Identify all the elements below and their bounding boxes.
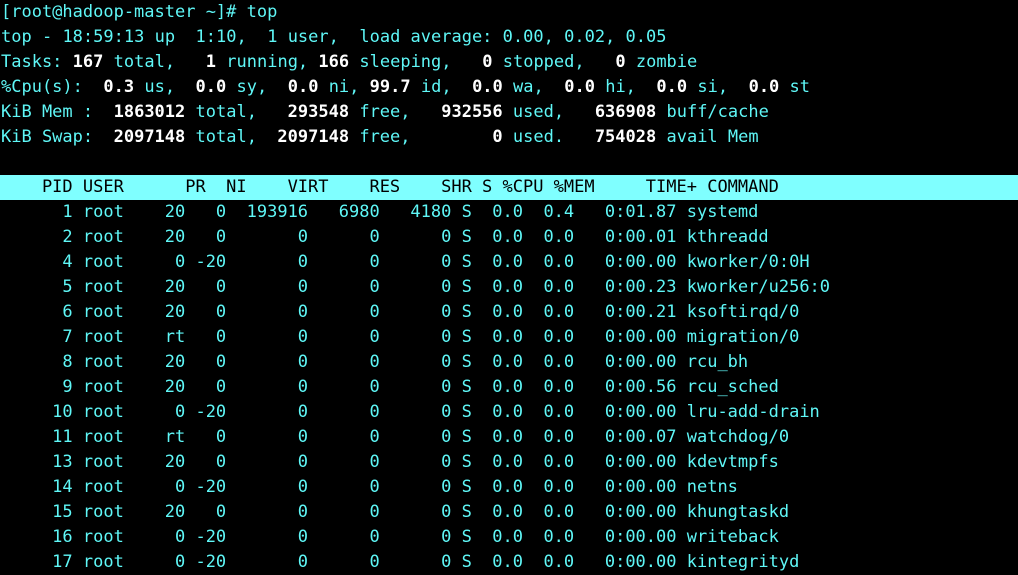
- cpu-ni-value: 0.0: [287, 77, 319, 97]
- cpu-st-label: st: [789, 77, 811, 97]
- mem-used-value: 932556: [441, 102, 503, 122]
- cpu-wa-label: wa,: [513, 77, 544, 97]
- process-table-body: 1 root 20 0 193916 6980 4180 S 0.0 0.4 0…: [0, 200, 1018, 575]
- uptime-value: 1:10,: [195, 27, 247, 47]
- mem-free-label: free,: [359, 102, 411, 122]
- mem-total-label: total,: [195, 102, 257, 122]
- tasks-zombie-value: 0: [615, 52, 626, 72]
- top-uptime-line: top - 18:59:13 up 1:10, 1 user, load ave…: [1, 27, 667, 47]
- tasks-line: Tasks: 167 total, 1 running, 166 sleepin…: [0, 50, 1018, 75]
- cpu-sy-label: sy,: [236, 77, 268, 97]
- tasks-total-value: 167: [72, 52, 104, 72]
- shell-prompt: [root@hadoop-master ~]#: [1, 2, 247, 22]
- table-row[interactable]: 9 root 20 0 0 0 0 S 0.0 0.0 0:00.56 rcu_…: [0, 375, 1018, 400]
- table-row[interactable]: 1 root 20 0 193916 6980 4180 S 0.0 0.4 0…: [0, 200, 1018, 225]
- load-average-label: load average:: [359, 27, 493, 47]
- swap-total-value: 2097148: [113, 127, 186, 147]
- cpu-hi-label: hi,: [605, 77, 636, 97]
- swap-used-label: used.: [512, 127, 565, 147]
- mem-total-value: 1863012: [113, 102, 186, 122]
- top-current-time: 18:59:13: [62, 27, 145, 47]
- process-table-header[interactable]: PID USER PR NI VIRT RES SHR S %CPU %MEM …: [0, 175, 1018, 200]
- shell-command: top: [246, 2, 278, 22]
- cpu-id-value: 99.7: [369, 77, 411, 97]
- top-program-label: top: [1, 27, 32, 47]
- table-row[interactable]: 13 root 20 0 0 0 0 S 0.0 0.0 0:00.00 kde…: [0, 450, 1018, 475]
- cpu-si-label: si,: [697, 77, 729, 97]
- swap-total-label: total,: [195, 127, 257, 147]
- table-row[interactable]: 11 root rt 0 0 0 0 S 0.0 0.0 0:00.07 wat…: [0, 425, 1018, 450]
- table-row[interactable]: 10 root 0 -20 0 0 0 S 0.0 0.0 0:00.00 lr…: [0, 400, 1018, 425]
- tasks-stopped-label: stopped,: [502, 52, 585, 72]
- mem-buffcache-label: buff/cache: [666, 102, 769, 122]
- table-row[interactable]: 4 root 0 -20 0 0 0 S 0.0 0.0 0:00.00 kwo…: [0, 250, 1018, 275]
- cpu-us-label: us,: [144, 77, 176, 97]
- swap-used-value: 0: [492, 127, 503, 147]
- load-avg-5min: 0.02,: [564, 27, 616, 47]
- table-row[interactable]: 5 root 20 0 0 0 0 S 0.0 0.0 0:00.23 kwor…: [0, 275, 1018, 300]
- tasks-running-label: running,: [226, 52, 309, 72]
- users-value: 1 user,: [267, 27, 339, 47]
- tasks-running-value: 1: [205, 52, 217, 72]
- mem-label: KiB Mem :: [1, 102, 94, 122]
- tasks-total-label: total,: [113, 52, 176, 72]
- table-row[interactable]: 8 root 20 0 0 0 0 S 0.0 0.0 0:00.00 rcu_…: [0, 350, 1018, 375]
- shell-prompt-line: [root@hadoop-master ~]# top: [0, 0, 1018, 25]
- tasks-label: Tasks:: [1, 52, 63, 72]
- table-row[interactable]: 17 root 0 -20 0 0 0 S 0.0 0.0 0:00.00 ki…: [0, 550, 1018, 575]
- cpu-wa-value: 0.0: [472, 77, 503, 97]
- cpu-us-value: 0.3: [103, 77, 135, 97]
- cpu-id-label: id,: [420, 77, 452, 97]
- cpu-st-value: 0.0: [748, 77, 780, 97]
- table-row[interactable]: 7 root rt 0 0 0 0 S 0.0 0.0 0:00.00 migr…: [0, 325, 1018, 350]
- cpu-label: %Cpu(s):: [1, 77, 83, 97]
- load-avg-1min: 0.00,: [502, 27, 554, 47]
- up-label: up: [154, 27, 176, 47]
- cpu-ni-label: ni,: [328, 77, 360, 97]
- cpu-sy-value: 0.0: [195, 77, 227, 97]
- terminal-window[interactable]: [root@hadoop-master ~]# top top - 18:59:…: [0, 0, 1018, 572]
- tasks-stopped-value: 0: [482, 52, 493, 72]
- swap-free-label: free,: [359, 127, 411, 147]
- swap-free-value: 2097148: [277, 127, 350, 147]
- table-row[interactable]: 14 root 0 -20 0 0 0 S 0.0 0.0 0:00.00 ne…: [0, 475, 1018, 500]
- swap-avail-value: 754028: [594, 127, 657, 147]
- cpu-hi-value: 0.0: [564, 77, 595, 97]
- cpu-line: %Cpu(s): 0.3 us, 0.0 sy, 0.0 ni, 99.7 id…: [0, 75, 1018, 100]
- mem-free-value: 293548: [287, 102, 350, 122]
- table-row[interactable]: 16 root 0 -20 0 0 0 S 0.0 0.0 0:00.00 wr…: [0, 525, 1018, 550]
- swap-avail-label: avail Mem: [666, 127, 759, 147]
- load-avg-15min: 0.05: [625, 27, 667, 47]
- cpu-si-value: 0.0: [656, 77, 688, 97]
- table-row[interactable]: 15 root 20 0 0 0 0 S 0.0 0.0 0:00.00 khu…: [0, 500, 1018, 525]
- swap-line: KiB Swap: 2097148 total, 2097148 free, 0…: [0, 125, 1018, 150]
- tasks-sleeping-label: sleeping,: [359, 52, 452, 72]
- mem-used-label: used,: [512, 102, 565, 122]
- swap-label: KiB Swap:: [1, 127, 94, 147]
- mem-buffcache-value: 636908: [594, 102, 657, 122]
- tasks-zombie-label: zombie: [635, 52, 698, 72]
- table-row[interactable]: 6 root 20 0 0 0 0 S 0.0 0.0 0:00.21 ksof…: [0, 300, 1018, 325]
- tasks-sleeping-value: 166: [318, 52, 350, 72]
- memory-line: KiB Mem : 1863012 total, 293548 free, 93…: [0, 100, 1018, 125]
- table-row[interactable]: 2 root 20 0 0 0 0 S 0.0 0.0 0:00.01 kthr…: [0, 225, 1018, 250]
